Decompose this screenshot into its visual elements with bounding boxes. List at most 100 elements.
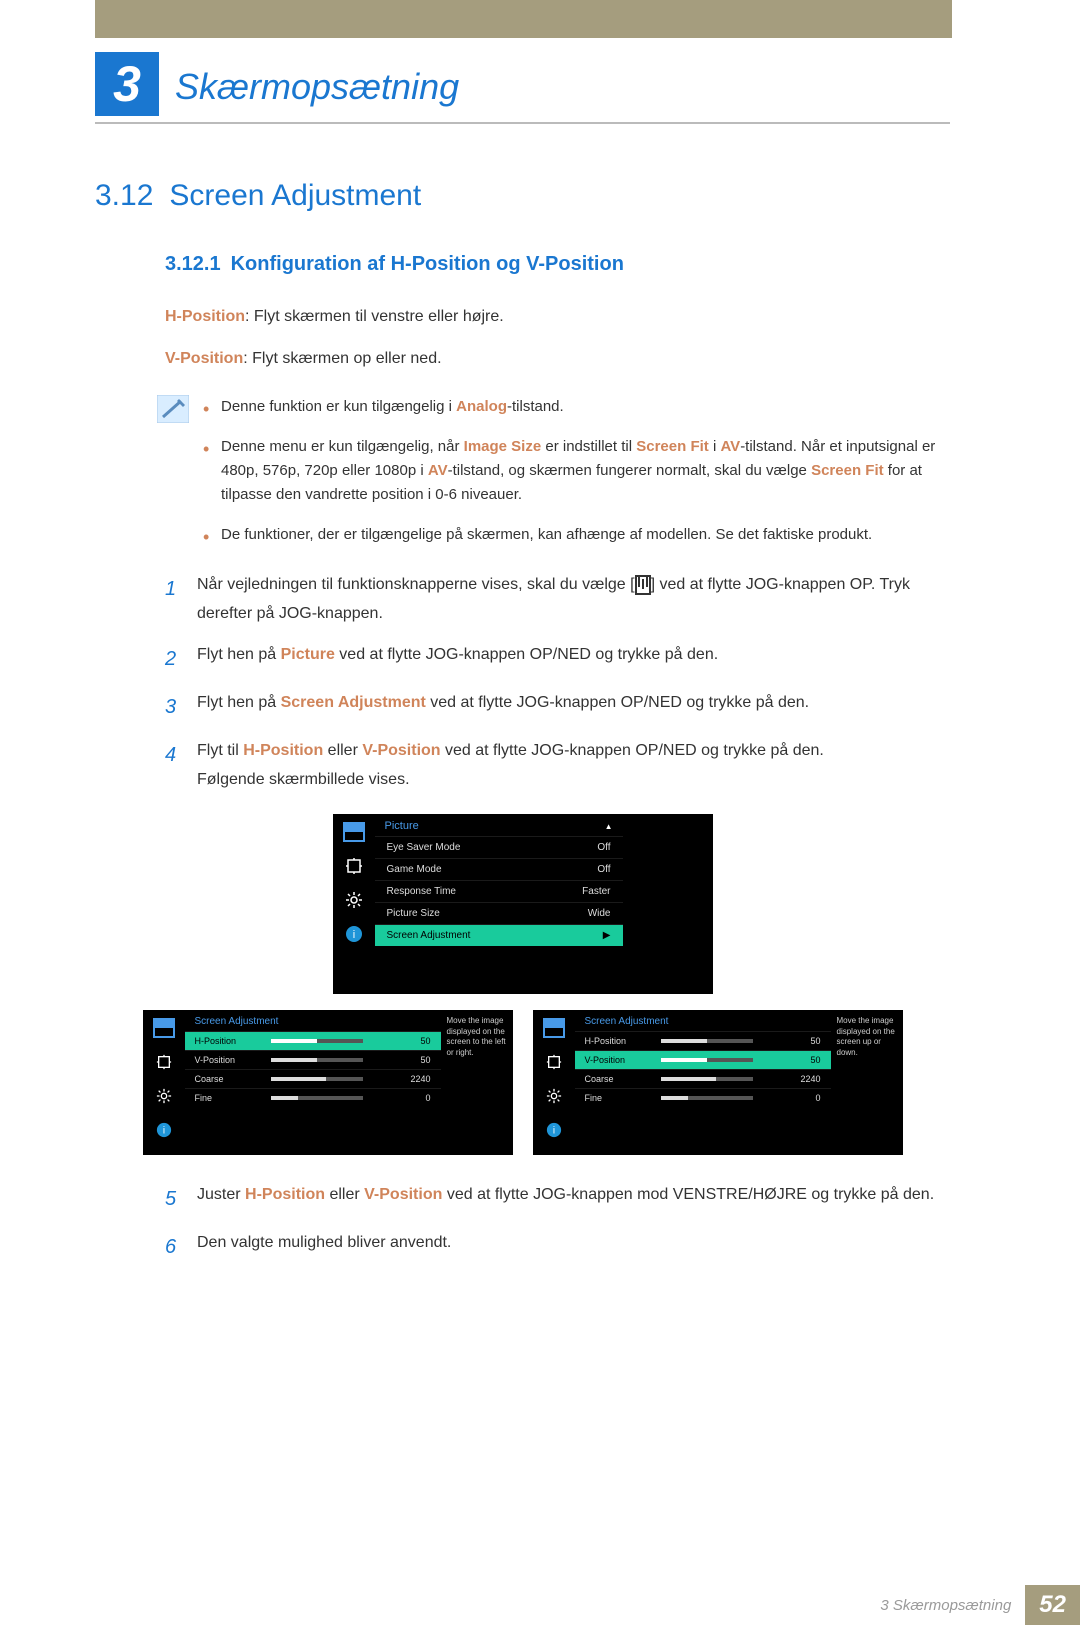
- osd-row-label: Eye Saver Mode: [387, 842, 461, 853]
- osd-description: Move the image displayed on the screen t…: [441, 1010, 513, 1155]
- osd-menu-title: Picture▲: [375, 814, 623, 836]
- osd-row-value: 0: [371, 1093, 431, 1103]
- step: 1Når vejledningen til funktionsknapperne…: [165, 571, 950, 629]
- osd-row: V-Position 50: [575, 1050, 831, 1069]
- osd-row: H-Position 50: [185, 1031, 441, 1050]
- osd-row: Response Time Faster: [375, 880, 623, 902]
- subsection-title: Konfiguration af H-Position og V-Positio…: [231, 253, 624, 275]
- svg-text:i: i: [552, 1126, 554, 1137]
- section-number: 3.12: [95, 179, 153, 212]
- subsection-number: 3.12.1: [165, 253, 221, 275]
- osd-screen-adjustment-pair: i Screen Adjustment H-Position50V-Positi…: [95, 1010, 950, 1155]
- osd-row: Game Mode Off: [375, 858, 623, 880]
- step: 4Flyt til H-Position eller V-Position ve…: [165, 737, 950, 795]
- top-stripe: [0, 0, 1080, 38]
- resize-icon: [543, 1052, 565, 1072]
- slider-track: [271, 1096, 363, 1100]
- slider-track: [271, 1039, 363, 1043]
- monitor-icon: [543, 1018, 565, 1038]
- chevron-right-icon: ▶: [603, 930, 611, 941]
- osd-row-label: H-Position: [585, 1036, 653, 1046]
- osd-description: Move the image displayed on the screen u…: [831, 1010, 903, 1155]
- osd-screen-adjustment-h: i Screen Adjustment H-Position50V-Positi…: [143, 1010, 513, 1155]
- osd-row-label: Fine: [585, 1093, 653, 1103]
- osd-row-label: Coarse: [195, 1074, 263, 1084]
- osd-row: V-Position 50: [185, 1050, 441, 1069]
- osd-row-label: V-Position: [585, 1055, 653, 1065]
- osd-row-label: V-Position: [195, 1055, 263, 1065]
- osd-row: H-Position 50: [575, 1031, 831, 1050]
- osd-row: Fine 0: [575, 1088, 831, 1107]
- step: 5Juster H-Position eller V-Position ved …: [165, 1181, 950, 1217]
- osd-row-value: Off: [597, 864, 610, 875]
- note-item: Denne menu er kun tilgængelig, når Image…: [197, 435, 950, 507]
- slider-fill: [271, 1039, 317, 1043]
- osd-row: Picture SizeWide: [375, 902, 623, 924]
- osd-row-label: Coarse: [585, 1074, 653, 1084]
- gear-icon: [153, 1086, 175, 1106]
- osd-row-value: 50: [761, 1036, 821, 1046]
- svg-text:i: i: [162, 1126, 164, 1137]
- resize-icon: [153, 1052, 175, 1072]
- slider-track: [661, 1039, 753, 1043]
- hpos-definition: H-Position: Flyt skærmen til venstre ell…: [165, 304, 950, 330]
- osd-row-label: Game Mode: [387, 864, 442, 875]
- slider-track: [271, 1077, 363, 1081]
- svg-text:i: i: [352, 929, 354, 941]
- slider-fill: [661, 1058, 707, 1062]
- note-item: De funktioner, der er tilgængelige på sk…: [197, 523, 950, 547]
- osd-row: Coarse 2240: [575, 1069, 831, 1088]
- osd-row: Coarse 2240: [185, 1069, 441, 1088]
- note-item: Denne funktion er kun tilgængelig i Anal…: [197, 395, 950, 419]
- osd-row-value: 50: [371, 1055, 431, 1065]
- osd-screen-adjustment-v: i Screen Adjustment H-Position50V-Positi…: [533, 1010, 903, 1155]
- resize-icon: [343, 856, 365, 876]
- info-icon: i: [343, 924, 365, 944]
- osd-sidebar: i: [333, 814, 375, 994]
- osd-sidebar: i: [533, 1010, 575, 1155]
- slider-track: [661, 1077, 753, 1081]
- slider-track: [661, 1058, 753, 1062]
- note-icon: [157, 395, 197, 563]
- footer-chapter-label: 3 Skærmopsætning: [880, 1597, 1011, 1614]
- info-icon: i: [153, 1120, 175, 1140]
- slider-fill: [271, 1096, 299, 1100]
- osd-row-value: Wide: [588, 908, 611, 919]
- osd-row-value: 50: [761, 1055, 821, 1065]
- page-footer: 3 Skærmopsætning 52: [0, 1585, 1080, 1625]
- osd-row-label: Screen Adjustment: [387, 930, 471, 941]
- note-block: Denne funktion er kun tilgængelig i Anal…: [157, 395, 950, 563]
- osd-row-label: Fine: [195, 1093, 263, 1103]
- slider-track: [661, 1096, 753, 1100]
- subsection-heading: 3.12.1 Konfiguration af H-Position og V-P…: [165, 253, 950, 276]
- osd-row-value: 0: [761, 1093, 821, 1103]
- osd-row-value: 50: [371, 1036, 431, 1046]
- osd-row: Screen Adjustment ▶: [375, 924, 623, 946]
- slider-fill: [661, 1039, 707, 1043]
- menu-icon: [635, 575, 651, 595]
- step: 2Flyt hen på Picture ved at flytte JOG-k…: [165, 641, 950, 677]
- osd-row-value: Off: [597, 842, 610, 853]
- gear-icon: [543, 1086, 565, 1106]
- gear-icon: [343, 890, 365, 910]
- step: 6Den valgte mulighed bliver anvendt.: [165, 1229, 950, 1265]
- step-list-cont: 5Juster H-Position eller V-Position ved …: [165, 1181, 950, 1265]
- osd-row-label: Response Time: [387, 886, 456, 897]
- section-heading: 3.12Screen Adjustment: [95, 179, 950, 213]
- chapter-header: 3 Skærmopsætning: [0, 38, 1080, 116]
- page-number: 52: [1025, 1585, 1080, 1625]
- osd-row-value: 2240: [761, 1074, 821, 1084]
- slider-fill: [661, 1077, 716, 1081]
- osd-row-value: 2240: [371, 1074, 431, 1084]
- osd-picture-menu: i Picture▲ Eye Saver Mode Off Game Mode Off…: [95, 814, 950, 994]
- info-icon: i: [543, 1120, 565, 1140]
- osd-menu-title: Screen Adjustment: [575, 1010, 831, 1031]
- osd-row-label: H-Position: [195, 1036, 263, 1046]
- step-list: 1Når vejledningen til funktionsknapperne…: [165, 571, 950, 794]
- slider-fill: [271, 1077, 326, 1081]
- monitor-icon: [343, 822, 365, 842]
- osd-menu-title: Screen Adjustment: [185, 1010, 441, 1031]
- osd-row-value: Faster: [582, 886, 610, 897]
- osd-row: Eye Saver Mode Off: [375, 836, 623, 858]
- step: 3Flyt hen på Screen Adjustment ved at fl…: [165, 689, 950, 725]
